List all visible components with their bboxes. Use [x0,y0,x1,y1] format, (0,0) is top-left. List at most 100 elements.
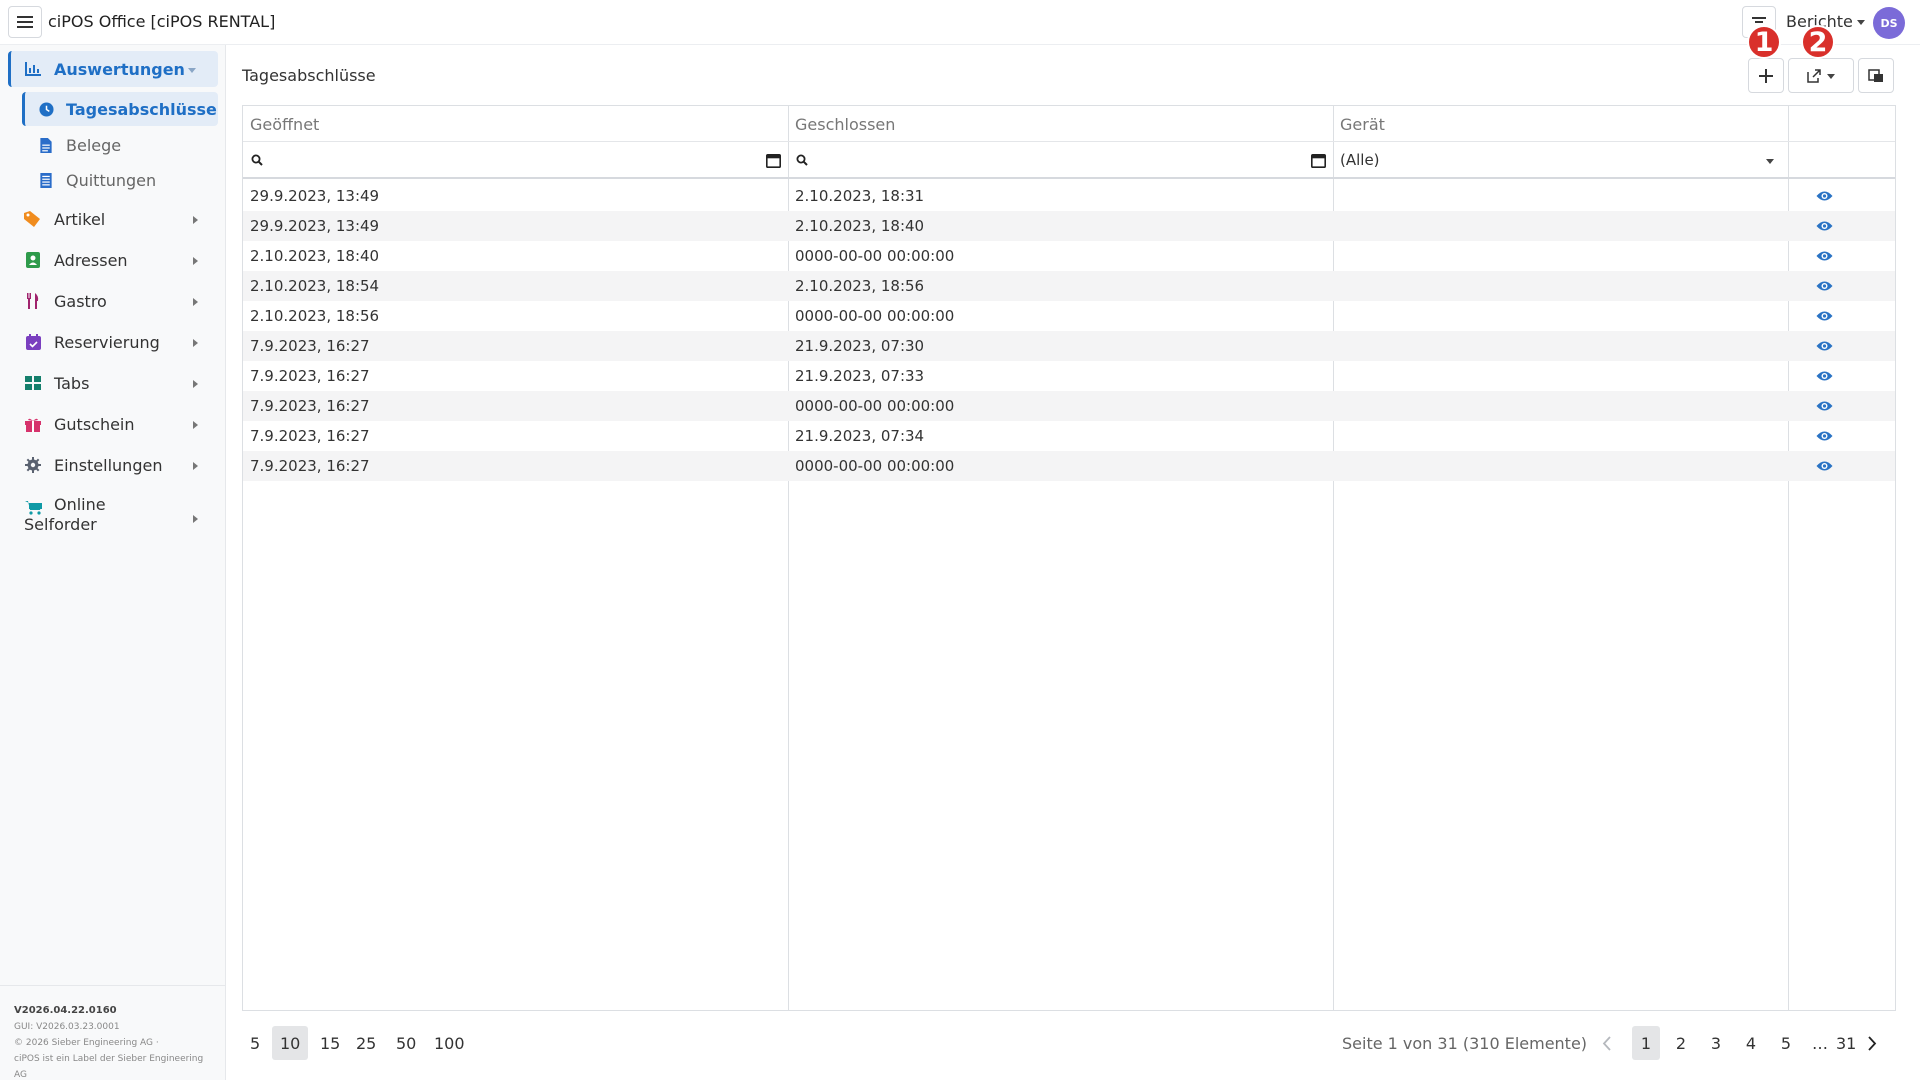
cell-closed: 21.9.2023, 07:33 [795,367,925,385]
sidebar-item-online-selforder[interactable]: Online Selforder [8,493,218,545]
calendar-icon[interactable] [1311,153,1326,168]
export-button[interactable] [1788,58,1854,93]
view-details-button[interactable] [1815,457,1833,475]
eye-icon [1816,431,1832,441]
sidebar-footer-divider [0,985,226,986]
cell-opened: 2.10.2023, 18:56 [250,307,380,325]
table-row[interactable]: 7.9.2023, 16:27 21.9.2023, 07:30 [243,331,1895,361]
eye-icon [1816,401,1832,411]
pager: 5 10 15 25 50 100 Seite 1 von 31 (310 Element… [242,1015,1896,1065]
sidebar: Auswertungen Tagesabschlüsse Belege Quit… [0,45,226,1080]
menu-toggle-button[interactable] [8,6,42,38]
copy-columns-icon [1868,68,1883,82]
page-info: Seite 1 von 31 (310 Elemente) [1342,1034,1588,1053]
closed-filter-input[interactable] [816,151,1311,169]
previous-page-button[interactable] [1592,1026,1620,1060]
sidebar-item-auswertungen[interactable]: Auswertungen [8,51,218,87]
chevron-right-icon [1867,1035,1876,1051]
view-details-button[interactable] [1815,427,1833,445]
page-number-button[interactable]: 2 [1667,1026,1695,1060]
table-row[interactable]: 7.9.2023, 16:27 0000-00-00 00:00:00 [243,451,1895,481]
data-grid: Geöffnet Geschlossen Gerät (Alle) 29.9.2… [242,105,1896,1011]
sidebar-item-adressen[interactable]: Adressen [8,242,218,278]
gift-icon [24,415,42,433]
table-row[interactable]: 29.9.2023, 13:49 2.10.2023, 18:31 [243,181,1895,211]
table-row[interactable]: 2.10.2023, 18:40 0000-00-00 00:00:00 [243,241,1895,271]
table-row[interactable]: 29.9.2023, 13:49 2.10.2023, 18:40 [243,211,1895,241]
page-size-option[interactable]: 50 [388,1026,424,1060]
next-page-button[interactable] [1858,1026,1886,1060]
add-button[interactable] [1748,58,1784,93]
sidebar-item-gastro[interactable]: Gastro [8,283,218,319]
sidebar-item-label: Reservierung [54,332,160,352]
opened-filter-input[interactable] [271,151,766,169]
cell-closed: 2.10.2023, 18:56 [795,277,925,295]
page-number-button[interactable]: 1 [1632,1026,1660,1060]
cell-closed: 2.10.2023, 18:31 [795,187,925,205]
page-size-option[interactable]: 25 [348,1026,384,1060]
sidebar-subitem-quittungen[interactable]: Quittungen [22,163,218,197]
chevron-right-icon [193,462,198,470]
address-book-icon [24,251,42,269]
view-details-button[interactable] [1815,307,1833,325]
chevron-down-icon [188,68,196,73]
cell-opened: 2.10.2023, 18:54 [250,277,380,295]
sidebar-item-tabs[interactable]: Tabs [8,365,218,401]
filter-row: (Alle) [243,142,1895,179]
eye-icon [1816,311,1832,321]
table-row[interactable]: 2.10.2023, 18:56 0000-00-00 00:00:00 [243,301,1895,331]
cell-opened: 7.9.2023, 16:27 [250,367,370,385]
table-row[interactable]: 7.9.2023, 16:27 0000-00-00 00:00:00 [243,391,1895,421]
page-size-option[interactable]: 5 [242,1026,268,1060]
main-content: Tagesabschlüsse Geöffnet Geschlossen Ger… [226,45,1920,1080]
closed-filter[interactable] [796,142,1326,178]
sidebar-item-reservierung[interactable]: Reservierung [8,324,218,360]
page-number-button[interactable]: 5 [1772,1026,1800,1060]
sidebar-item-label: Online [54,495,106,514]
sidebar-item-label: Gutschein [54,414,135,434]
column-header-closed[interactable]: Geschlossen [795,115,895,134]
page-size-option[interactable]: 10 [272,1026,309,1060]
cell-closed: 0000-00-00 00:00:00 [795,307,955,325]
page-title: Tagesabschlüsse [242,66,376,85]
sidebar-item-label-line2: Selforder [24,515,97,534]
sidebar-item-artikel[interactable]: Artikel [8,201,218,237]
view-details-button[interactable] [1815,367,1833,385]
annotation-badge-2: 2 [1801,25,1835,59]
chevron-down-icon [1827,74,1835,79]
document-icon [38,137,54,153]
page-size-option[interactable]: 15 [312,1026,348,1060]
table-row[interactable]: 2.10.2023, 18:54 2.10.2023, 18:56 [243,271,1895,301]
table-row[interactable]: 7.9.2023, 16:27 21.9.2023, 07:34 [243,421,1895,451]
column-header-opened[interactable]: Geöffnet [250,115,319,134]
sidebar-item-gutschein[interactable]: Gutschein [8,406,218,442]
opened-filter[interactable] [251,142,781,178]
cell-opened: 29.9.2023, 13:49 [250,217,380,235]
view-details-button[interactable] [1815,277,1833,295]
sidebar-subitem-belege[interactable]: Belege [22,128,218,162]
view-details-button[interactable] [1815,247,1833,265]
cell-closed: 0000-00-00 00:00:00 [795,457,955,475]
sidebar-subitem-tagesabschluesse[interactable]: Tagesabschlüsse [22,92,218,126]
user-avatar[interactable]: DS [1873,7,1905,39]
table-row[interactable]: 7.9.2023, 16:27 21.9.2023, 07:33 [243,361,1895,391]
column-chooser-button[interactable] [1858,58,1894,93]
page-number-button[interactable]: 3 [1702,1026,1730,1060]
sidebar-item-label: Belege [66,135,122,155]
column-header-device[interactable]: Gerät [1340,115,1385,134]
sidebar-item-label: Tagesabschlüsse [66,99,217,119]
cell-opened: 7.9.2023, 16:27 [250,337,370,355]
view-details-button[interactable] [1815,337,1833,355]
calendar-icon[interactable] [766,153,781,168]
clock-icon [38,101,54,117]
sidebar-item-einstellungen[interactable]: Einstellungen [8,447,218,483]
cell-opened: 29.9.2023, 13:49 [250,187,380,205]
view-details-button[interactable] [1815,217,1833,235]
page-size-option[interactable]: 100 [426,1026,473,1060]
view-details-button[interactable] [1815,397,1833,415]
view-details-button[interactable] [1815,187,1833,205]
sidebar-item-label: Gastro [54,291,107,311]
cell-closed: 21.9.2023, 07:34 [795,427,925,445]
device-filter-select[interactable]: (Alle) [1340,142,1780,178]
page-number-button[interactable]: 4 [1737,1026,1765,1060]
